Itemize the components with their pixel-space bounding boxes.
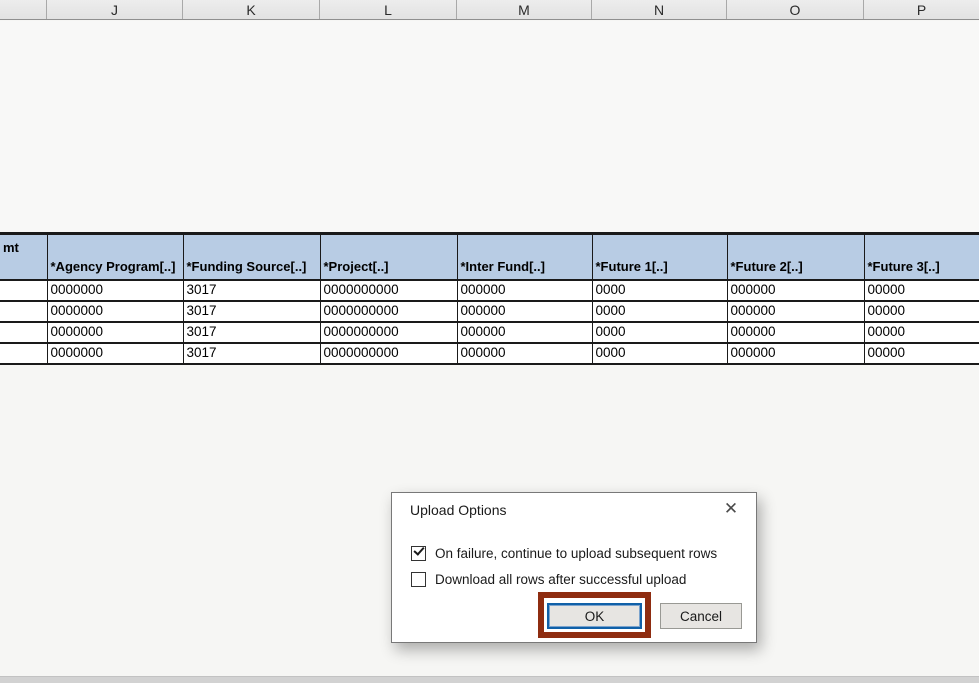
column-header-P[interactable]: P xyxy=(864,0,979,19)
cell[interactable]: 000000 xyxy=(727,343,864,364)
cell[interactable]: 3017 xyxy=(183,280,320,301)
cell[interactable]: 000000 xyxy=(727,301,864,322)
table-row: 0000000 3017 0000000000 000000 0000 0000… xyxy=(0,322,979,343)
cell[interactable]: 0000000000 xyxy=(320,280,457,301)
column-header-L[interactable]: L xyxy=(320,0,457,19)
column-header-M[interactable]: M xyxy=(457,0,592,19)
cell[interactable]: 0000000000 xyxy=(320,301,457,322)
table-row: 0000000 3017 0000000000 000000 0000 0000… xyxy=(0,301,979,322)
cell[interactable]: 0000 xyxy=(592,301,727,322)
bottom-edge-bar xyxy=(0,676,979,683)
cell[interactable]: 3017 xyxy=(183,301,320,322)
cell[interactable]: 0000000 xyxy=(47,301,183,322)
table-header-row: mt *Agency Program[..] *Funding Source[.… xyxy=(0,234,979,280)
table-row: 0000000 3017 0000000000 000000 0000 0000… xyxy=(0,280,979,301)
checkbox-label: Download all rows after successful uploa… xyxy=(435,572,686,587)
upload-template-table: mt *Agency Program[..] *Funding Source[.… xyxy=(0,232,979,365)
cell[interactable] xyxy=(0,343,47,364)
header-cell-future-3[interactable]: *Future 3[..] xyxy=(864,234,979,280)
cell[interactable]: 000000 xyxy=(457,280,592,301)
cell[interactable]: 0000 xyxy=(592,343,727,364)
cell[interactable] xyxy=(0,301,47,322)
empty-sheet-area[interactable] xyxy=(0,21,979,232)
cell[interactable]: 00000 xyxy=(864,280,979,301)
cell[interactable]: 0000 xyxy=(592,322,727,343)
header-cell-future-2[interactable]: *Future 2[..] xyxy=(727,234,864,280)
checkbox-label: On failure, continue to upload subsequen… xyxy=(435,546,717,561)
cell[interactable]: 3017 xyxy=(183,322,320,343)
column-header-bar: J K L M N O P xyxy=(0,0,979,20)
checkbox-download-after-upload[interactable] xyxy=(411,572,426,587)
cell[interactable] xyxy=(0,280,47,301)
cell[interactable]: 0000000 xyxy=(47,280,183,301)
column-header-blank[interactable] xyxy=(0,0,47,19)
cell[interactable]: 000000 xyxy=(457,301,592,322)
close-icon[interactable]: ✕ xyxy=(718,497,744,521)
ok-button[interactable]: OK xyxy=(547,603,642,629)
column-header-O[interactable]: O xyxy=(727,0,864,19)
column-header-N[interactable]: N xyxy=(592,0,727,19)
cell[interactable]: 00000 xyxy=(864,301,979,322)
screenshot-stage: J K L M N O P mt *Agency Program[..] *Fu… xyxy=(0,0,979,683)
header-cell-funding-source[interactable]: *Funding Source[..] xyxy=(183,234,320,280)
header-cell-inter-fund[interactable]: *Inter Fund[..] xyxy=(457,234,592,280)
header-cell-project[interactable]: *Project[..] xyxy=(320,234,457,280)
cell[interactable]: 000000 xyxy=(457,322,592,343)
cancel-button[interactable]: Cancel xyxy=(660,603,742,629)
header-cell-agency-program[interactable]: *Agency Program[..] xyxy=(47,234,183,280)
table-row: 0000000 3017 0000000000 000000 0000 0000… xyxy=(0,343,979,364)
cell[interactable]: 3017 xyxy=(183,343,320,364)
cell[interactable]: 000000 xyxy=(727,322,864,343)
upload-options-dialog: Upload Options ✕ On failure, continue to… xyxy=(391,492,757,643)
cell[interactable] xyxy=(0,322,47,343)
header-cell-future-1[interactable]: *Future 1[..] xyxy=(592,234,727,280)
cell[interactable]: 0000000 xyxy=(47,343,183,364)
checkbox-row-continue-on-failure: On failure, continue to upload subsequen… xyxy=(411,544,717,562)
checkbox-continue-on-failure[interactable] xyxy=(411,546,426,561)
cell[interactable]: 0000000000 xyxy=(320,343,457,364)
column-header-J[interactable]: J xyxy=(47,0,183,19)
cell[interactable]: 0000 xyxy=(592,280,727,301)
cell[interactable]: 000000 xyxy=(457,343,592,364)
cell[interactable]: 0000000 xyxy=(47,322,183,343)
column-header-K[interactable]: K xyxy=(183,0,320,19)
checkbox-row-download-after-upload: Download all rows after successful uploa… xyxy=(411,570,686,588)
cell[interactable]: 0000000000 xyxy=(320,322,457,343)
header-cell-amt[interactable]: mt xyxy=(0,234,47,280)
cell[interactable]: 000000 xyxy=(727,280,864,301)
dialog-title: Upload Options xyxy=(410,502,507,518)
cell[interactable]: 00000 xyxy=(864,322,979,343)
cell[interactable]: 00000 xyxy=(864,343,979,364)
